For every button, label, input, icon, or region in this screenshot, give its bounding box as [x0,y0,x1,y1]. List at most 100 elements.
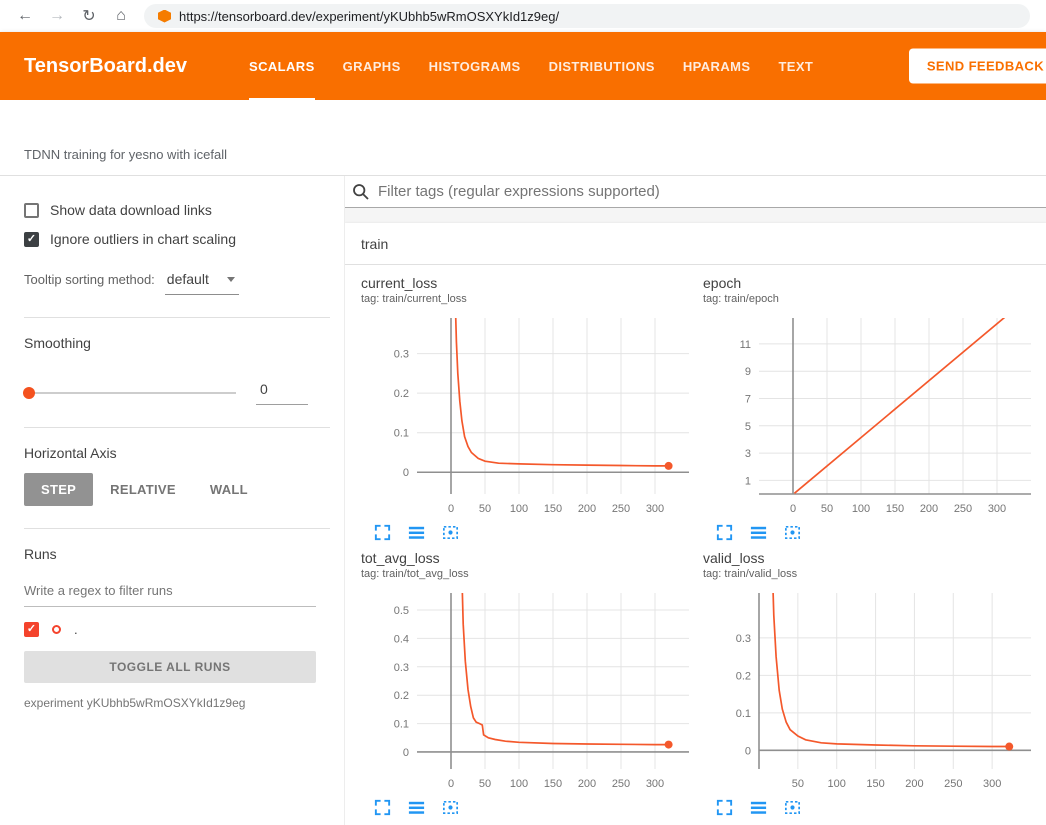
tab-text[interactable]: TEXT [778,32,813,100]
tab-scalars[interactable]: SCALARS [249,32,315,100]
svg-text:0.1: 0.1 [736,708,751,720]
axis-wall-button[interactable]: WALL [193,473,265,506]
fit-domain-icon[interactable] [441,523,460,542]
horizontal-axis-label: Horizontal Axis [24,445,330,461]
smoothing-label: Smoothing [24,335,330,351]
tab-hparams[interactable]: HPARAMS [683,32,751,100]
svg-text:150: 150 [866,778,884,790]
chart-options-icon[interactable] [749,523,768,542]
fit-domain-icon[interactable] [783,798,802,817]
chart-options-icon[interactable] [749,798,768,817]
chart-options-icon[interactable] [407,523,426,542]
svg-text:200: 200 [905,778,923,790]
brand-logo: TensorBoard.dev [24,55,187,78]
smoothing-slider-thumb[interactable] [23,387,35,399]
chart-options-icon[interactable] [407,798,426,817]
browser-bar: ← → ↻ ⌂ https://tensorboard.dev/experime… [0,0,1046,32]
fit-domain-icon[interactable] [441,798,460,817]
charts-grid: current_loss tag: train/current_loss 0 0.… [345,265,1046,825]
show-download-links-checkbox[interactable] [24,203,39,218]
chart-title: current_loss [361,275,703,291]
svg-text:7: 7 [745,393,751,405]
runs-filter-input[interactable] [24,576,316,607]
settings-sidebar: Show data download links Ignore outliers… [0,176,345,825]
svg-text:50: 50 [479,503,491,515]
svg-text:0.2: 0.2 [736,670,751,682]
tooltip-sorting-label: Tooltip sorting method: [24,272,155,287]
chart-toolbar [715,523,1045,542]
divider [24,427,330,428]
train-group-card: train current_loss tag: train/current_lo… [345,223,1046,825]
svg-text:300: 300 [646,778,664,790]
svg-text:150: 150 [544,778,562,790]
toggle-all-runs-button[interactable]: TOGGLE ALL RUNS [24,651,316,683]
fit-domain-icon[interactable] [783,523,802,542]
svg-text:100: 100 [510,503,528,515]
chart-canvas[interactable]: 1357911050100150200250300 [703,310,1043,520]
svg-text:0: 0 [790,503,796,515]
chart-current-loss: current_loss tag: train/current_loss 00.… [361,275,703,542]
experiment-description-row: TDNN training for yesno with icefall [0,100,1046,176]
axis-step-button[interactable]: STEP [24,473,93,506]
svg-text:0.1: 0.1 [394,719,409,731]
smoothing-slider[interactable] [24,392,236,394]
chart-tag: tag: train/epoch [703,293,1045,305]
svg-text:250: 250 [944,778,962,790]
svg-text:50: 50 [821,503,833,515]
svg-text:250: 250 [954,503,972,515]
svg-text:0.2: 0.2 [394,690,409,702]
back-icon[interactable]: ← [10,3,40,29]
app-header: TensorBoard.dev SCALARS GRAPHS HISTOGRAM… [0,32,1046,100]
svg-text:1: 1 [745,475,751,487]
expand-chart-icon[interactable] [715,523,734,542]
tag-filter-input[interactable] [378,183,1046,200]
svg-text:250: 250 [612,503,630,515]
show-download-links-row[interactable]: Show data download links [24,202,330,218]
url-text: https://tensorboard.dev/experiment/yKUbh… [179,9,559,24]
chart-title: epoch [703,275,1045,291]
svg-text:0: 0 [448,503,454,515]
svg-text:250: 250 [612,778,630,790]
chart-canvas[interactable]: 00.10.20.30.40.5050100150200250300 [361,585,701,795]
run-color-circle-icon[interactable] [52,625,61,634]
tab-histograms[interactable]: HISTOGRAMS [429,32,521,100]
divider [24,528,330,529]
expand-chart-icon[interactable] [373,523,392,542]
svg-text:0: 0 [745,745,751,757]
tooltip-sorting-row: Tooltip sorting method: default [24,271,330,295]
content: Show data download links Ignore outliers… [0,176,1046,825]
expand-chart-icon[interactable] [715,798,734,817]
ignore-outliers-row[interactable]: Ignore outliers in chart scaling [24,231,330,247]
tab-distributions[interactable]: DISTRIBUTIONS [549,32,655,100]
svg-text:3: 3 [745,448,751,460]
chart-toolbar [373,798,703,817]
svg-text:0: 0 [403,747,409,759]
run-row[interactable]: . [24,622,330,637]
chart-tag: tag: train/current_loss [361,293,703,305]
refresh-icon[interactable]: ↻ [74,3,104,29]
svg-text:9: 9 [745,366,751,378]
run-checkbox[interactable] [24,622,39,637]
smoothing-value-field[interactable]: 0 [256,381,308,405]
svg-text:150: 150 [544,503,562,515]
chart-canvas[interactable]: 00.10.20.3050100150200250300 [361,310,701,520]
ignore-outliers-checkbox[interactable] [24,232,39,247]
expand-chart-icon[interactable] [373,798,392,817]
chart-title: tot_avg_loss [361,550,703,566]
show-download-links-label: Show data download links [50,202,212,218]
tab-graphs[interactable]: GRAPHS [343,32,401,100]
svg-text:0.3: 0.3 [394,662,409,674]
svg-text:0.3: 0.3 [736,633,751,645]
chart-tot-avg-loss: tot_avg_loss tag: train/tot_avg_loss 00.… [361,550,703,817]
axis-relative-button[interactable]: RELATIVE [93,473,193,506]
run-name: . [74,622,78,637]
home-icon[interactable]: ⌂ [106,3,136,29]
svg-text:300: 300 [983,778,1001,790]
chart-canvas[interactable]: 00.10.20.350100150200250300 [703,585,1043,795]
send-feedback-button[interactable]: SEND FEEDBACK [909,49,1046,84]
svg-text:0: 0 [403,467,409,479]
group-header-train[interactable]: train [345,223,1046,265]
url-bar[interactable]: https://tensorboard.dev/experiment/yKUbh… [144,4,1030,28]
tooltip-sorting-select[interactable]: default [165,271,239,295]
tab-bar: SCALARS GRAPHS HISTOGRAMS DISTRIBUTIONS … [235,32,827,100]
